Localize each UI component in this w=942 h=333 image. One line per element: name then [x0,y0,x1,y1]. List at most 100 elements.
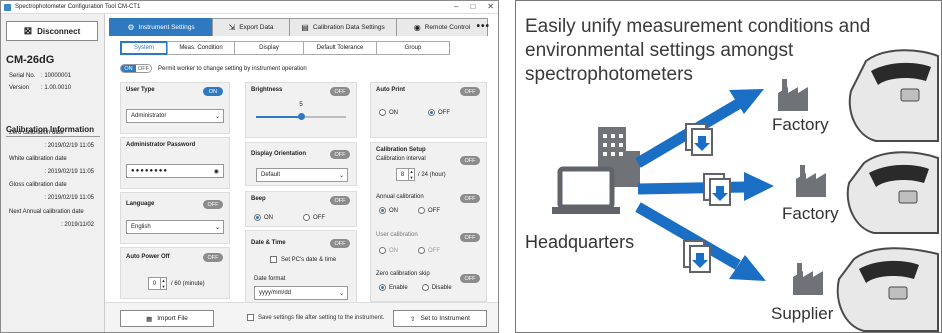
user-calibration-toggle[interactable]: OFF [460,233,480,242]
tab-instrument-settings[interactable]: ⚙ Instrument Settings [109,18,213,36]
beep-on-radio[interactable]: ON [254,214,273,221]
auto-print-on-radio[interactable]: ON [379,109,398,116]
bottom-bar: ▦ Import File Save settings file after s… [105,302,498,332]
save-settings-checkbox[interactable] [247,314,254,321]
auto-power-off-input[interactable]: 0 [148,277,161,290]
version-row: Version : 1.00.0010 [9,85,72,91]
brightness-slider-fill [256,116,301,118]
display-orientation-select[interactable]: Default ⌄ [256,168,348,182]
annual-calibration-options: ON OFF [379,207,440,214]
annual-on-radio[interactable]: ON [379,207,398,214]
date-format-select[interactable]: yyyy/mm/dd ⌄ [254,286,348,300]
calibration-icon: ▤ [301,23,309,32]
laptop-icon [552,166,620,214]
display-orientation-panel: Display Orientation OFF Default ⌄ [245,142,357,186]
brightness-value: 5 [299,102,303,108]
auto-power-off-stepper[interactable]: ▲ ▼ [161,277,167,290]
calibration-interval-stepper[interactable]: ▲ ▼ [409,168,415,181]
main-tabs: ⚙ Instrument Settings ⇲ Export Data ▤ Ca… [109,18,488,36]
chevron-down-icon: ⌄ [338,173,344,179]
set-pc-date-checkbox[interactable] [270,256,277,263]
language-select[interactable]: English ⌄ [126,220,224,234]
user-type-toggle[interactable]: ON [203,87,223,96]
spectrophotometer-icon [846,151,939,234]
infographic-panel: Easily unify measurement conditions and … [515,0,942,333]
upload-icon: ⇧ [410,315,416,323]
brightness-slider-thumb[interactable] [298,113,305,120]
tab-remote-control[interactable]: ◉ Remote Control [396,18,488,36]
distribution-diagram [552,49,939,332]
permit-toggle[interactable]: ON OFF [120,64,152,73]
user-calibration-options: ON OFF [379,247,440,254]
auto-print-off-radio[interactable]: OFF [428,109,450,116]
subtab-system[interactable]: System [120,41,168,55]
gloss-cal-value: : 2019/02/19 11:05 [44,195,94,201]
user-cal-off-radio[interactable]: OFF [418,247,440,254]
auto-print-toggle[interactable]: OFF [460,87,480,96]
calibration-interval-toggle[interactable]: OFF [460,156,480,165]
calibration-interval-input[interactable]: 8 [396,168,409,181]
import-file-button[interactable]: ▦ Import File [120,310,214,327]
user-cal-on-radio[interactable]: ON [379,247,398,254]
language-toggle[interactable]: OFF [203,200,223,209]
minimize-icon[interactable]: – [454,2,458,11]
remote-icon: ◉ [413,23,421,32]
more-tabs-icon[interactable]: ••• [476,21,490,32]
brightness-toggle[interactable]: OFF [330,87,350,96]
subtab-default-tolerance[interactable]: Default Tolerance [303,41,377,55]
zero-cal-label: Zero calibration date [9,130,64,136]
date-time-toggle[interactable]: OFF [330,239,350,248]
set-to-instrument-button[interactable]: ⇧ Set to Instrument [393,310,487,327]
subtab-meas-condition[interactable]: Meas. Condition [167,41,235,55]
annual-calibration-toggle[interactable]: OFF [460,194,480,203]
device-info-pane: ⊠ Disconnect CM-26dG Serial No. : 100000… [1,14,105,332]
maximize-icon[interactable]: □ [470,2,475,11]
user-type-panel: User Type ON Administrator ⌄ [120,82,230,134]
supplier-factory-icon [793,263,823,295]
chevron-down-icon: ⌄ [214,114,220,120]
auto-print-panel: Auto Print OFF ON OFF [370,82,487,138]
brightness-slider[interactable] [256,113,346,120]
device-model: CM-26dG [6,54,55,66]
import-file-icon: ▦ [146,315,153,323]
tab-export-data[interactable]: ⇲ Export Data [212,18,290,36]
beep-off-radio[interactable]: OFF [303,214,325,221]
zero-cal-value: : 2019/02/19 11:05 [44,143,94,149]
gear-icon: ⚙ [127,23,135,32]
annual-off-radio[interactable]: OFF [418,207,440,214]
eye-icon[interactable]: ◉ [214,168,220,175]
zero-skip-options: Enable Disable [379,284,452,291]
headquarters-label: Headquarters [525,232,635,252]
factory-label-2: Factory [782,204,839,223]
annual-cal-label: Next Annual calibration date [9,209,84,215]
export-icon: ⇲ [228,23,236,32]
spectrophotometer-icon [848,49,939,142]
close-icon[interactable]: ✕ [487,2,494,11]
spectrophotometer-icon [836,247,939,332]
admin-password-field[interactable]: ●●●●●●●● ◉ [126,164,224,178]
factory-icon [796,165,826,197]
subtab-group[interactable]: Group [376,41,450,55]
document-download-icon [683,240,711,273]
app-icon [4,4,11,11]
disconnect-icon: ⊠ [23,25,33,37]
subtab-display[interactable]: Display [234,41,304,55]
calibration-setup-panel: Calibration Setup Calibration interval O… [370,142,487,302]
zero-skip-toggle[interactable]: OFF [460,274,480,283]
zero-skip-enable-radio[interactable]: Enable [379,284,408,291]
save-settings-row: Save settings file after setting to the … [247,314,384,321]
disconnect-button[interactable]: ⊠ Disconnect [6,21,98,41]
user-type-select[interactable]: Administrator ⌄ [126,109,224,123]
auto-power-off-panel: Auto Power Off OFF 0 ▲ ▼ / 60 (minute) [120,247,230,299]
chevron-down-icon: ⌄ [214,225,220,231]
title-bar: Spectrophotometer Configuration Tool CM-… [1,1,498,14]
zero-skip-disable-radio[interactable]: Disable [421,284,452,291]
admin-password-panel: Administrator Password ●●●●●●●● ◉ [120,137,230,189]
beep-options: ON OFF [254,214,325,221]
window-controls: – □ ✕ [454,2,494,11]
beep-panel: Beep OFF ON OFF [245,191,357,227]
beep-toggle[interactable]: OFF [330,196,350,205]
tab-calibration-data-settings[interactable]: ▤ Calibration Data Settings [289,18,397,36]
display-orientation-toggle[interactable]: OFF [330,150,350,159]
auto-power-off-toggle[interactable]: OFF [203,253,223,262]
